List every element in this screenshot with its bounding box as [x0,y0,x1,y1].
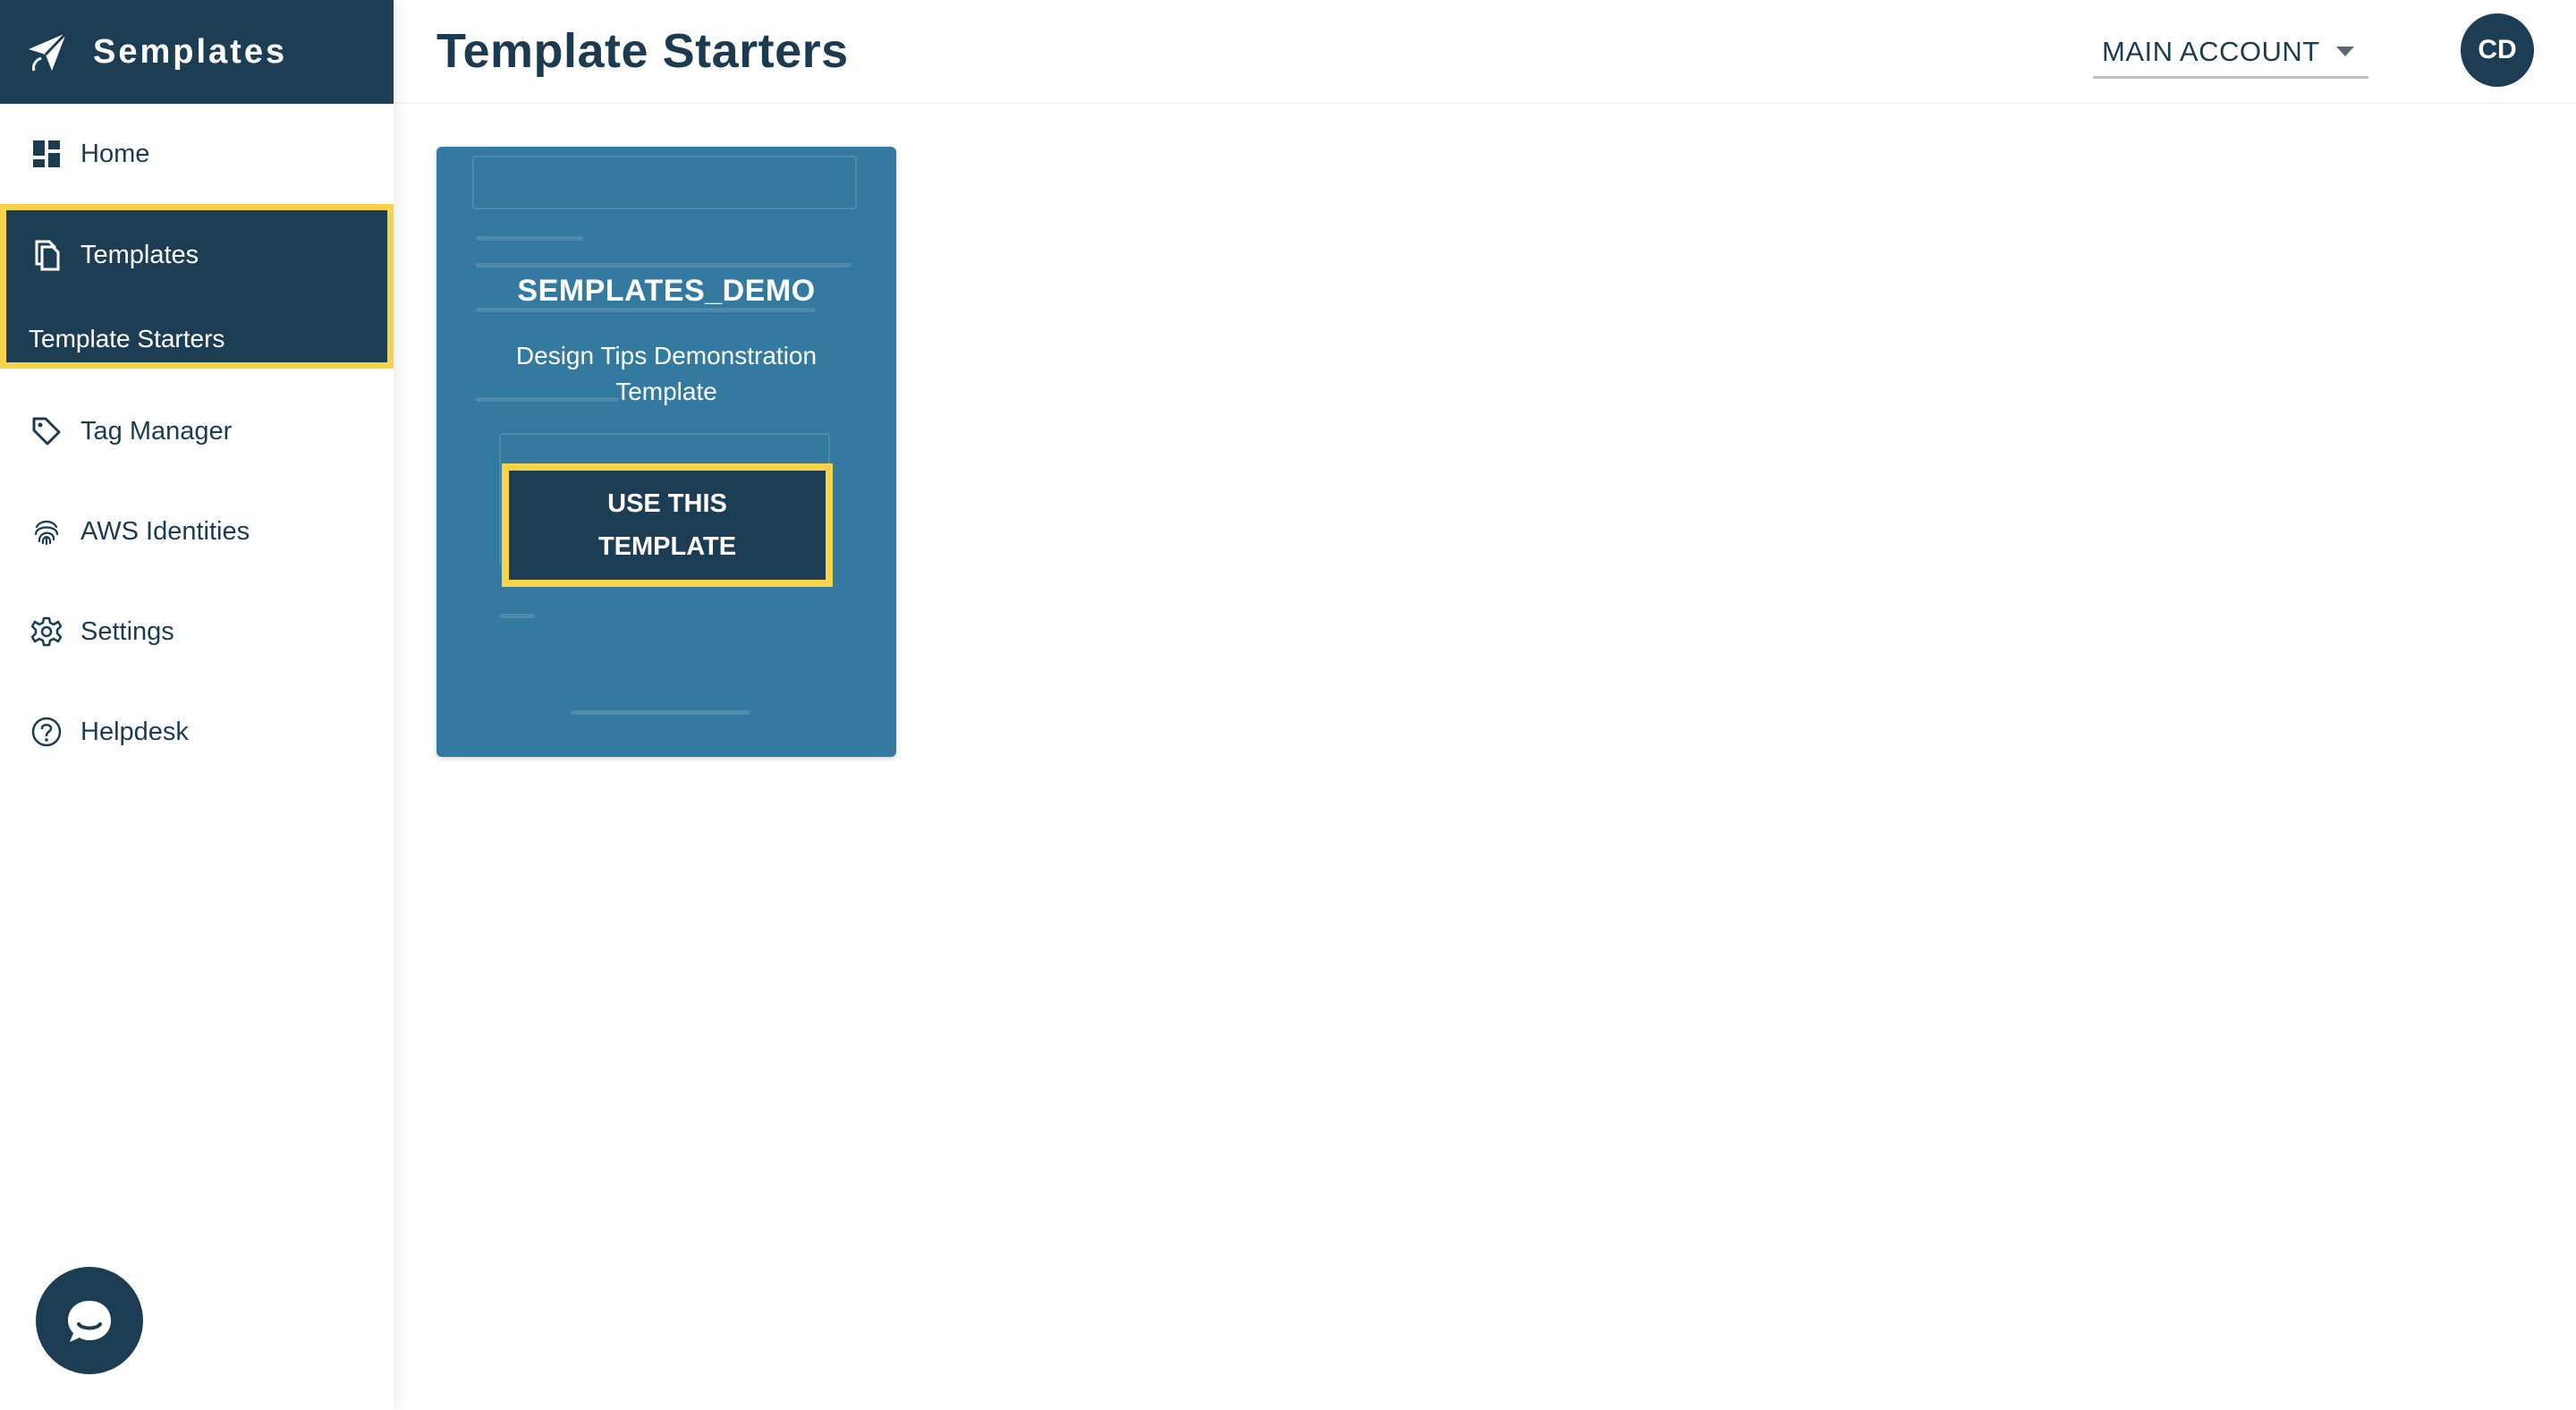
tag-icon [30,415,63,447]
sidebar-item-label: AWS Identities [80,516,250,546]
template-card[interactable]: SEMPLATES_DEMO Design Tips Demonstration… [436,147,896,757]
user-avatar[interactable]: CD [2461,13,2534,87]
sidebar-item-tag-manager[interactable]: Tag Manager [0,394,394,469]
sidebar-item-aws-identities[interactable]: AWS Identities [0,494,394,569]
sidebar-item-settings[interactable]: Settings [0,594,394,669]
template-card-description: Design Tips Demonstration Template [515,342,818,405]
fingerprint-icon [30,515,63,548]
chat-bubble-icon [68,1301,111,1342]
use-this-template-button[interactable]: USE THIS TEMPLATE [502,463,833,587]
brand-header[interactable]: Semplates [0,0,394,104]
sidebar: Semplates Home Templates Template Starte… [0,0,394,1410]
brand-name: Semplates [93,32,288,71]
paper-plane-icon [29,31,68,72]
top-header: Template Starters MAIN ACCOUNT CD [394,0,2576,104]
help-circle-icon [30,716,63,748]
caret-down-icon [2335,47,2354,56]
sidebar-item-label: Tag Manager [80,416,233,446]
chat-launcher-button[interactable] [36,1267,143,1374]
gear-icon [30,616,63,648]
sidebar-group-templates: Templates Template Starters [0,204,394,369]
template-card-title: SEMPLATES_DEMO [517,274,816,308]
app-root: Semplates Home Templates Template Starte… [0,0,2576,1410]
page-title: Template Starters [436,24,849,78]
sidebar-item-label: Templates [80,240,199,269]
sidebar-item-home[interactable]: Home [0,116,394,191]
sidebar-item-templates[interactable]: Templates [6,210,387,300]
sidebar-item-label: Helpdesk [80,717,189,746]
account-selector[interactable]: MAIN ACCOUNT [2093,27,2368,79]
sidebar-item-label: Home [80,139,150,168]
copy-document-icon [30,239,63,271]
dashboard-icon [30,138,63,170]
template-preview-thumbnail [436,147,896,757]
sidebar-item-label: Settings [80,616,174,646]
account-selector-label: MAIN ACCOUNT [2102,35,2320,67]
sidebar-item-template-starters[interactable]: Template Starters [29,325,225,353]
sidebar-item-helpdesk[interactable]: Helpdesk [0,694,394,769]
